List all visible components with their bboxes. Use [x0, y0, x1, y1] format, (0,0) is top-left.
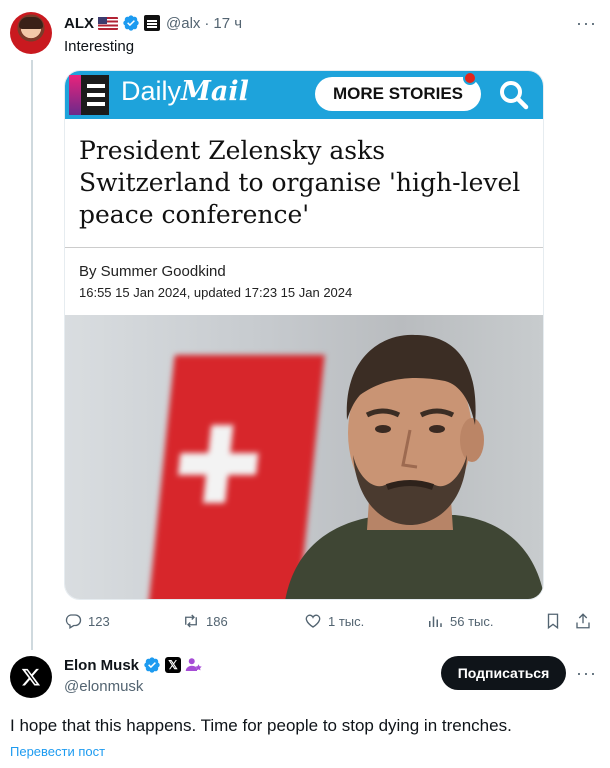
main-tweet: Elon Musk 𝕏 @elonmusk Подписаться ··· I …	[0, 650, 610, 768]
tweet-actions: 123 186 1 тыс. 56 тыс.	[64, 612, 594, 634]
tweet-image[interactable]: DailyMail MORE STORIES President Zelensk…	[64, 70, 544, 600]
like-count: 1 тыс.	[328, 613, 365, 629]
separator-dot: ·	[204, 14, 210, 32]
translate-link[interactable]: Перевести пост	[10, 744, 105, 759]
verified-badge-icon	[144, 657, 160, 673]
us-flag-icon	[98, 16, 118, 30]
author-name[interactable]: Elon Musk	[64, 657, 139, 674]
more-stories-button: MORE STORIES	[315, 77, 481, 111]
view-count: 56 тыс.	[450, 613, 494, 629]
menu-icon	[69, 75, 109, 115]
follow-button[interactable]: Подписаться	[441, 656, 566, 690]
x-logo-icon	[21, 668, 41, 686]
thread-line	[31, 60, 33, 650]
share-icon	[576, 613, 590, 629]
tweet-text: Interesting	[64, 38, 135, 55]
affiliation-badge-icon	[144, 15, 160, 31]
article-headline: President Zelensky asks Switzerland to o…	[79, 136, 521, 229]
repost-icon	[185, 614, 197, 628]
reply-count: 123	[88, 613, 110, 629]
x-affiliation-icon: 𝕏	[165, 657, 182, 673]
reply-icon	[65, 614, 82, 629]
tweet-header: Elon Musk 𝕏	[64, 656, 203, 674]
more-icon[interactable]: ···	[576, 14, 597, 32]
avatar[interactable]	[10, 656, 52, 698]
article-photo	[65, 315, 543, 599]
reply-button[interactable]: 123	[64, 612, 110, 630]
article-date: 16:55 15 Jan 2024, updated 17:23 15 Jan …	[79, 285, 353, 300]
verified-badge-icon	[123, 15, 139, 31]
repost-count: 186	[206, 613, 228, 629]
repost-button[interactable]: 186	[182, 612, 228, 630]
search-icon	[500, 81, 529, 110]
analytics-icon	[429, 616, 442, 627]
timestamp[interactable]: 17 ч	[213, 15, 242, 32]
notification-dot-icon	[463, 71, 477, 85]
tweet-text: I hope that this happens. Time for peopl…	[10, 716, 512, 735]
bookmark-button[interactable]	[544, 612, 568, 630]
like-button[interactable]: 1 тыс.	[304, 612, 364, 630]
share-button[interactable]	[574, 612, 598, 630]
tweet-header: ALX @alx · 17 ч	[64, 12, 242, 34]
daily-mail-header: DailyMail MORE STORIES	[65, 71, 543, 119]
author-handle[interactable]: @elonmusk	[64, 678, 143, 695]
divider	[65, 247, 543, 248]
bookmark-icon	[547, 613, 559, 630]
author-handle[interactable]: @alx	[166, 15, 200, 32]
daily-mail-logo: DailyMail	[121, 76, 249, 107]
person-star-icon	[185, 658, 202, 671]
avatar[interactable]	[10, 12, 52, 54]
views-button[interactable]: 56 тыс.	[426, 612, 493, 630]
author-name[interactable]: ALX	[64, 15, 94, 32]
heart-icon	[305, 614, 321, 628]
more-icon[interactable]: ···	[576, 664, 597, 682]
quoted-tweet: ALX @alx · 17 ч ··· Interesting DailyMai…	[0, 0, 610, 650]
person-portrait	[285, 334, 543, 599]
article-byline: By Summer Goodkind	[79, 263, 226, 280]
